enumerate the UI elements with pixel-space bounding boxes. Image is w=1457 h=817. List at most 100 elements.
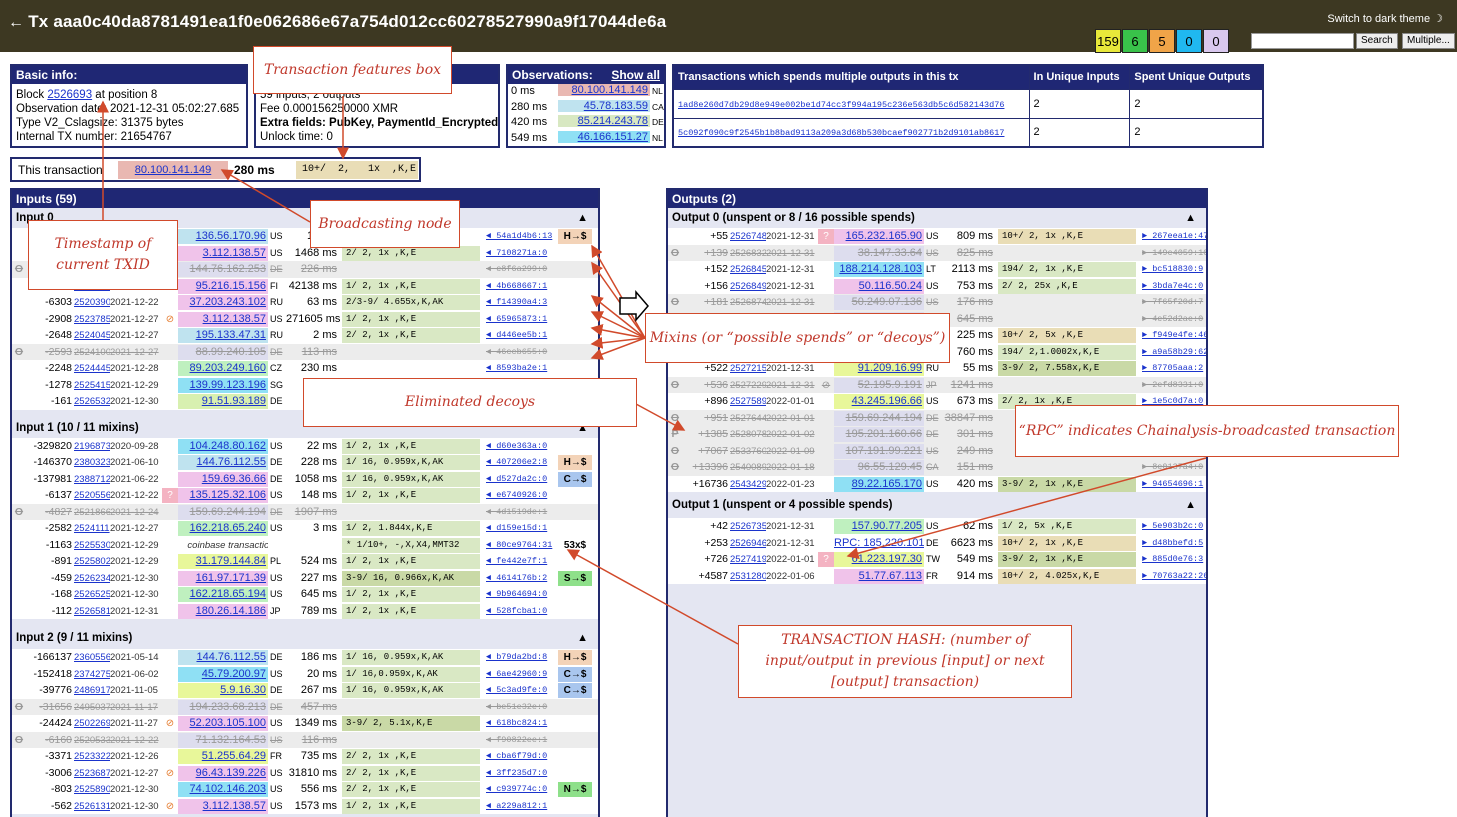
row-block-link[interactable]: 2525530	[74, 538, 110, 553]
row-tx-hash-link[interactable]: ◄ 407206e2:8	[486, 455, 556, 470]
row-tx-hash-link[interactable]: ◄ 7108271a:0	[486, 246, 556, 261]
row-block-link[interactable]: 2526234	[74, 571, 110, 586]
row-block-link[interactable]: 2526874	[730, 295, 766, 310]
row-block-link[interactable]: 2374275	[74, 667, 110, 682]
row-block-link[interactable]: 2526849	[730, 279, 766, 294]
row-node-ip[interactable]: 135.125.32.106	[178, 488, 268, 503]
row-block-link[interactable]: 2526131	[74, 799, 110, 814]
row-tx-hash-link[interactable]: ◄ 46ccb655:0	[486, 345, 556, 360]
collapse-triangle-icon[interactable]: ▲	[1185, 208, 1196, 228]
collapse-triangle-icon[interactable]: ▲	[577, 208, 588, 228]
row-node-ip[interactable]: 38.147.33.64	[834, 245, 924, 261]
row-tx-hash-link[interactable]: ◄ f90822ee:1	[486, 733, 556, 748]
row-tx-hash-link[interactable]: ◄ a229a812:1	[486, 799, 556, 814]
row-tx-hash-link[interactable]: ◄ 3ff235d7:0	[486, 766, 556, 781]
row-block-link[interactable]: 2526845	[730, 262, 766, 277]
row-block-link[interactable]: 2526525	[74, 587, 110, 602]
row-block-link[interactable]: 2388712	[74, 472, 110, 487]
row-tx-hash-link[interactable]: ◄ d60e363a:0	[486, 439, 556, 454]
row-node-ip[interactable]: 3.112.138.57	[178, 311, 268, 327]
row-tx-hash-link[interactable]: ◄ 5c3ad9fe:0	[486, 683, 556, 698]
row-node-ip[interactable]: 159.69.36.66	[178, 471, 268, 487]
row-block-link[interactable]: 2524100	[74, 345, 110, 360]
counter-badge[interactable]: 0	[1176, 29, 1202, 53]
row-node-ip[interactable]: 159.69.244.194	[834, 410, 924, 426]
row-node-ip[interactable]: 144.76.162.253	[178, 262, 268, 277]
row-tx-hash-link[interactable]: ◄ 4b668667:1	[486, 279, 556, 294]
search-input[interactable]	[1251, 33, 1354, 49]
row-tx-hash-link[interactable]: ◄ 54a1d4b6:13	[486, 229, 556, 244]
search-button[interactable]: Search	[1356, 33, 1398, 49]
row-block-link[interactable]: 2486917	[74, 683, 110, 698]
row-node-ip[interactable]: 51.255.64.29	[178, 749, 268, 764]
row-tx-hash-link[interactable]: ◄ 80ce9764:31	[486, 538, 556, 553]
row-block-link[interactable]: 2520556	[74, 488, 110, 503]
row-tx-hash-link[interactable]: ◄ fe442e7f:1	[486, 554, 556, 569]
row-node-ip[interactable]: 71.132.164.53	[178, 732, 268, 748]
row-node-ip[interactable]: 188.214.128.103	[834, 262, 924, 277]
row-block-link[interactable]: 2527589	[730, 394, 766, 409]
row-tx-hash-link[interactable]: ► bc518830:9	[1142, 262, 1206, 277]
row-node-ip[interactable]: 195.201.160.66	[834, 427, 924, 442]
row-tx-hash-link[interactable]: ◄ cba6f79d:0	[486, 749, 556, 764]
row-node-ip[interactable]: 159.69.244.194	[178, 504, 268, 520]
collapse-triangle-icon[interactable]: ▲	[577, 627, 588, 649]
row-node-ip[interactable]: 45.79.200.97	[178, 666, 268, 682]
observation-ip[interactable]: 45.78.183.59	[558, 99, 650, 112]
row-block-link[interactable]: 2360556	[74, 650, 110, 665]
theme-toggle[interactable]: Switch to dark theme ☽	[1327, 12, 1443, 25]
counter-badge[interactable]: 0	[1203, 29, 1229, 53]
row-block-link[interactable]: 2495037	[74, 700, 110, 715]
row-tx-hash-link[interactable]: ► 87705aaa:2	[1142, 361, 1206, 376]
row-node-ip[interactable]: 96.55.129.45	[834, 460, 924, 475]
row-tx-hash-link[interactable]: ◄ e8f6a299:0	[486, 262, 556, 277]
row-block-link[interactable]: 2540089	[730, 460, 766, 475]
row-node-ip[interactable]: 52.203.105.100	[178, 716, 268, 731]
row-tx-hash-link[interactable]: ◄ d527da2c:0	[486, 472, 556, 487]
row-node-ip[interactable]: 31.179.144.84	[178, 554, 268, 569]
row-block-link[interactable]: 2525890	[74, 782, 110, 797]
row-tx-hash-link[interactable]: ► f949e4fe:46	[1142, 328, 1206, 343]
counter-badge[interactable]: 6	[1122, 29, 1148, 53]
row-node-ip[interactable]: 157.90.77.205	[834, 519, 924, 534]
row-tx-hash-link[interactable]: ◄ 4d1519de:1	[486, 505, 556, 520]
row-tx-hash-link[interactable]: ◄ b79da2bd:8	[486, 650, 556, 665]
row-block-link[interactable]: 2523687	[74, 766, 110, 781]
row-node-ip[interactable]: 88.99.240.105	[178, 344, 268, 360]
row-node-ip[interactable]: 3.112.138.57	[178, 798, 268, 814]
row-block-link[interactable]: 2380323	[74, 455, 110, 470]
row-block-link[interactable]: 2526832	[730, 246, 766, 261]
row-node-ip[interactable]: 74.102.146.203	[178, 782, 268, 797]
row-tx-hash-link[interactable]: ◄ f14390a4:3	[486, 295, 556, 310]
row-node-ip[interactable]: 91.209.16.99	[834, 361, 924, 376]
row-block-link[interactable]: 2524111	[74, 521, 110, 536]
row-tx-hash-link[interactable]: ► 885d0e76:3	[1142, 552, 1206, 567]
row-node-ip[interactable]: RPC: 185.220.101.139	[834, 535, 924, 551]
collapse-triangle-icon[interactable]: ▲	[1185, 492, 1196, 518]
row-tx-hash-link[interactable]: ◄ 65965873:1	[486, 312, 556, 327]
multiple-button[interactable]: Multiple...	[1402, 33, 1455, 49]
row-block-link[interactable]: 2531280	[730, 569, 766, 584]
row-block-link[interactable]: 2527215	[730, 361, 766, 376]
row-node-ip[interactable]: 139.99.123.196	[178, 377, 268, 393]
row-node-ip[interactable]: 89.22.165.170	[834, 476, 924, 492]
row-tx-hash-link[interactable]: ◄ c939774c:0	[486, 782, 556, 797]
row-tx-hash-link[interactable]: ► 8e0137a4:0	[1142, 460, 1206, 475]
row-tx-hash-link[interactable]: ◄ 8593ba2e:1	[486, 361, 556, 376]
row-block-link[interactable]: 2524445	[74, 361, 110, 376]
row-tx-hash-link[interactable]: ◄ e6740926:0	[486, 488, 556, 503]
row-node-ip[interactable]: 50.116.50.24	[834, 278, 924, 294]
row-tx-hash-link[interactable]: ► 4e52d2ae:0	[1142, 312, 1206, 327]
row-block-link[interactable]: 2533760	[730, 444, 766, 459]
row-tx-hash-link[interactable]: ◄ d159e15d:1	[486, 521, 556, 536]
back-arrow-icon[interactable]: ←	[8, 14, 24, 31]
row-node-ip[interactable]: 161.97.171.39	[178, 570, 268, 586]
row-tx-hash-link[interactable]: ► d48bbefd:5	[1142, 536, 1206, 551]
row-tx-hash-link[interactable]: ◄ 9b964694:0	[486, 587, 556, 602]
row-block-link[interactable]: 2526748	[730, 229, 766, 244]
row-block-link[interactable]: 2526946	[730, 536, 766, 551]
multi-tx-link[interactable]: 5c092f090c9f2545b1b8bad9113a209a3d68b530…	[678, 128, 1004, 138]
observation-ip[interactable]: 85.214.243.78	[558, 115, 650, 127]
row-tx-hash-link[interactable]: ◄ 4614176b:2	[486, 571, 556, 586]
row-node-ip[interactable]: 61.223.197.30	[834, 552, 924, 567]
